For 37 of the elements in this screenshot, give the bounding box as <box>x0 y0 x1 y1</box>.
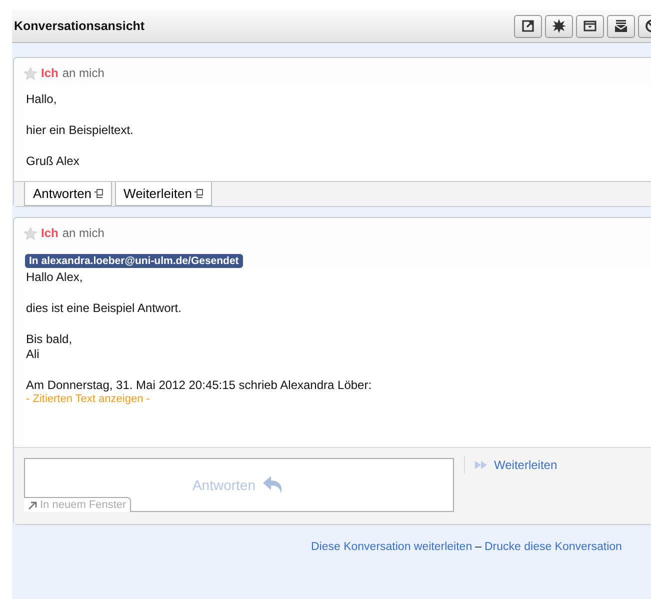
star-icon[interactable] <box>24 226 37 240</box>
message-text: Gruß Alex <box>26 154 80 169</box>
archive-button[interactable] <box>576 14 604 38</box>
double-arrow-icon <box>475 461 488 469</box>
reply-box[interactable]: Antworten In neuem Fenster <box>24 458 454 512</box>
message-text: Am Donnerstag, 31. Mai 2012 20:45:15 schrieb Alexandra Löber: <box>26 378 373 393</box>
show-quote-link[interactable]: - Zitierten Text anzeigen - <box>26 393 651 405</box>
star-icon[interactable] <box>24 66 37 80</box>
message-text: Hallo, <box>26 92 58 107</box>
reply-label: Antworten <box>192 477 256 493</box>
inbox-tray-icon <box>614 19 628 33</box>
recipient-label: an mich <box>62 226 104 240</box>
popout-arrow-icon <box>28 500 37 510</box>
archive-box-icon <box>583 19 597 33</box>
sender-name: Ich <box>41 66 58 80</box>
message-text: hier ein Beispieltext. <box>26 123 134 138</box>
popout-button[interactable] <box>514 14 542 38</box>
view-title: Konversationsansicht <box>14 19 145 33</box>
separator-text: – <box>475 541 482 553</box>
action-tab[interactable]: Weiterleiten <box>114 182 212 206</box>
recipient-label: an mich <box>62 66 104 80</box>
burst-button[interactable] <box>545 14 573 38</box>
sender-name: Ich <box>41 226 58 240</box>
print-conversation-link[interactable]: Drucke diese Konversation <box>484 541 622 553</box>
new-window-tab[interactable]: In neuem Fenster <box>24 497 132 512</box>
new-window-icon <box>194 189 203 198</box>
message-text: Bis bald, Ali <box>26 332 74 362</box>
inbox-button[interactable] <box>607 14 635 38</box>
folder-tag: In alexandra.loeber@uni-ulm.de/Gesendet <box>25 254 243 268</box>
forward-conversation-link[interactable]: Diese Konversation weiterleiten <box>311 541 472 553</box>
popout-icon <box>521 19 535 33</box>
message-text: Hallo Alex, <box>26 270 84 285</box>
new-window-icon <box>94 189 103 198</box>
forward-link[interactable]: Weiterleiten <box>494 458 558 472</box>
action-tab[interactable]: Antworten <box>24 182 112 206</box>
message-text: dies ist eine Beispiel Antwort. <box>26 301 182 316</box>
burst-icon <box>552 19 566 33</box>
